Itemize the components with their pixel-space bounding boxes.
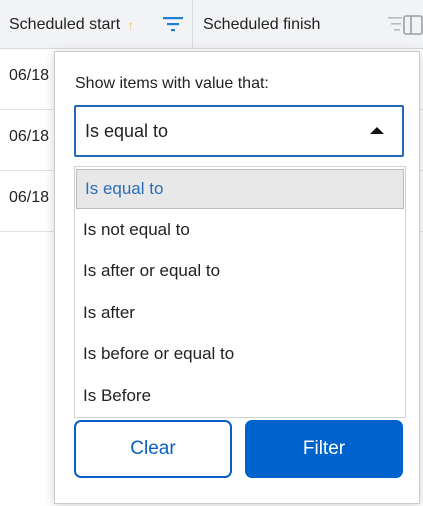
option-is-equal-to[interactable]: Is equal to [76, 169, 404, 209]
filter-operator-options: Is equal to Is not equal to Is after or … [74, 166, 406, 418]
option-is-after[interactable]: Is after [75, 292, 405, 334]
scheduled-start-cell: 06/18 [9, 128, 50, 145]
filter-icon[interactable] [163, 16, 183, 37]
option-is-not-equal-to[interactable]: Is not equal to [75, 209, 405, 251]
filter-button[interactable]: Filter [245, 420, 403, 478]
filter-operator-select[interactable]: Is equal to [74, 105, 404, 157]
option-is-after-or-equal-to[interactable]: Is after or equal to [75, 251, 405, 293]
filter-popup: Show items with value that: Is equal to … [54, 51, 420, 504]
caret-up-icon [370, 127, 384, 134]
grid-header: Scheduled start ↑ Scheduled finish [0, 0, 423, 49]
column-menu-icon[interactable] [387, 15, 423, 40]
scheduled-start-cell: 06/18 [9, 189, 50, 206]
option-is-before-or-equal-to[interactable]: Is before or equal to [75, 334, 405, 376]
scheduled-start-cell: 06/18 [9, 67, 50, 84]
sort-ascending-icon: ↑ [127, 16, 135, 33]
select-value: Is equal to [85, 120, 169, 141]
option-is-before[interactable]: Is Before [75, 375, 405, 417]
clear-button[interactable]: Clear [74, 420, 232, 478]
column-header-label: Scheduled start [9, 15, 121, 33]
filter-condition-label: Show items with value that: [75, 75, 269, 92]
column-header-label: Scheduled finish [203, 15, 321, 33]
